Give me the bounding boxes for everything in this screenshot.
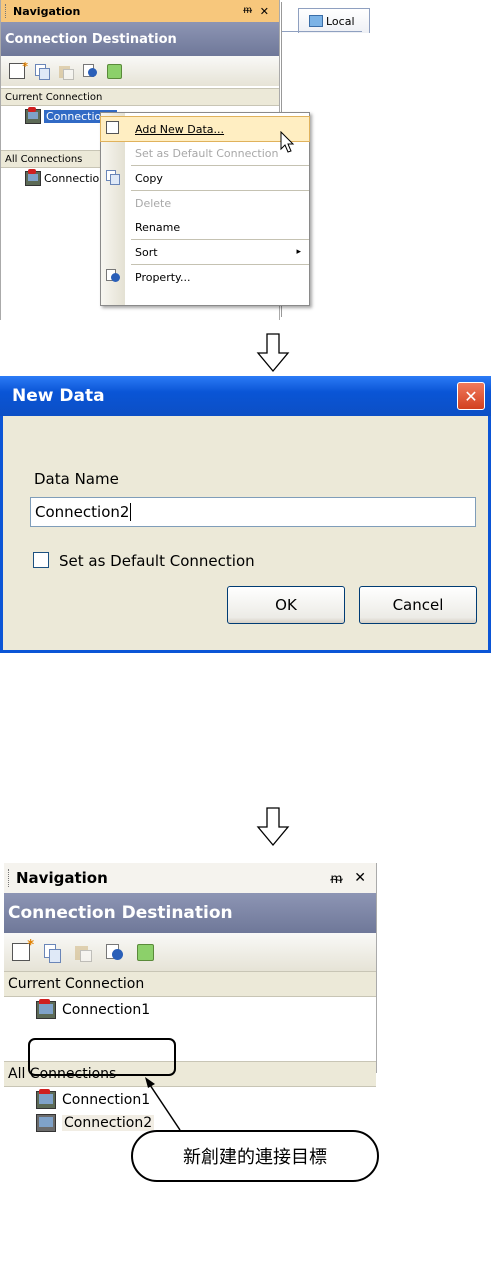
tab-label: Local [326,14,355,28]
dialog-close-button[interactable]: ✕ [457,382,485,410]
connection-icon [36,1089,56,1109]
section-label: Current Connection [5,91,103,103]
close-icon[interactable]: ✕ [260,5,269,18]
connection-icon [25,168,41,186]
current-connection-section: Current Connection [1,88,279,106]
dialog-title: New Data [12,386,105,406]
menu-item-set-default[interactable]: Set as Default Connection [101,141,309,165]
menu-item-label: Add New Data... [135,122,225,136]
grip-icon [5,4,9,18]
checkbox-label: Set as Default Connection [59,552,255,570]
local-icon [309,15,323,27]
callout-arrow-icon [145,1077,181,1131]
property-icon[interactable] [106,943,123,961]
copy-icon[interactable] [44,943,61,963]
menu-item-add-new-data[interactable]: Add New Data... [100,116,310,142]
nav-title-bar: Navigation ᵯ ✕ [1,0,279,22]
menu-item-property[interactable]: Property... [101,265,309,289]
down-arrow-icon [256,333,290,373]
tree-item-connection1[interactable]: Connection1 [4,1089,376,1111]
menu-item-label: Sort [135,245,158,259]
nav-title: Navigation [16,869,108,887]
cancel-button[interactable]: Cancel [359,586,477,624]
callout-text: 新創建的連接目標 [183,1147,327,1168]
header-label: Connection Destination [8,903,233,923]
highlight-box [28,1038,176,1076]
tree-item-label: Connection1 [62,1002,151,1018]
close-icon[interactable]: ✕ [354,870,366,887]
new-data-dialog: New Data ✕ Data Name Connection2 Set as … [0,376,491,653]
toolbar: * [4,933,376,971]
default-connection-checkbox[interactable] [33,552,49,568]
connection-icon [36,1114,56,1132]
section-label: Current Connection [8,976,145,992]
context-menu: Add New Data... Set as Default Connectio… [100,112,310,306]
toolbar: * [1,56,279,86]
new-data-icon[interactable]: * [9,60,28,79]
document-tab[interactable]: Local [298,8,370,33]
nav-title: Navigation [13,4,81,18]
menu-item-label: Copy [135,171,163,185]
menu-item-sort[interactable]: Sort ▸ [101,240,309,264]
menu-item-label: Property... [135,270,191,284]
refresh-icon[interactable] [107,63,122,79]
header-label: Connection Destination [5,31,177,47]
grip-icon [8,869,12,887]
menu-item-label: Delete [135,196,172,210]
nav-title-bar: Navigation ᵯ ✕ [4,863,376,893]
property-icon[interactable] [83,64,97,78]
property-icon [106,269,120,283]
connection-destination-header: Connection Destination [1,22,279,56]
tree-item-connection1[interactable]: Connection1 [4,997,376,1023]
connection-icon [25,106,41,124]
close-icon: ✕ [464,386,478,406]
data-name-label: Data Name [34,470,119,488]
connection-icon [36,999,56,1019]
ok-button[interactable]: OK [227,586,345,624]
copy-icon [106,170,120,185]
menu-item-label: Set as Default Connection [135,146,279,160]
section-label: All Connections [5,153,83,165]
paste-icon[interactable] [75,944,92,962]
ok-label: OK [275,596,297,614]
down-arrow-icon [256,807,290,847]
menu-item-rename[interactable]: Rename [101,215,309,239]
copy-icon[interactable] [35,64,50,80]
menu-item-label: Rename [135,220,181,234]
tree-item-label: Connection1 [62,1092,151,1108]
submenu-arrow-icon: ▸ [296,247,301,257]
text-caret [130,503,132,521]
callout-bubble: 新創建的連接目標 [131,1130,379,1182]
add-new-data-icon [106,121,119,134]
new-data-icon[interactable]: * [12,938,34,961]
refresh-icon[interactable] [137,943,154,961]
menu-item-delete[interactable]: Delete [101,191,309,215]
field-value: Connection2 [35,503,130,521]
data-name-field[interactable]: Connection2 [30,497,476,527]
menu-item-copy[interactable]: Copy [101,166,309,190]
dialog-title-bar: New Data [0,376,491,416]
current-connection-section: Current Connection [4,971,376,997]
connection-destination-header: Connection Destination [4,893,376,933]
paste-icon[interactable] [59,64,74,80]
tree-item-label: Connectio [44,171,100,185]
pin-icon[interactable]: ᵯ [243,5,251,18]
mouse-cursor-icon [280,131,295,153]
cancel-label: Cancel [392,596,444,614]
pin-icon[interactable]: ᵯ [331,870,343,887]
